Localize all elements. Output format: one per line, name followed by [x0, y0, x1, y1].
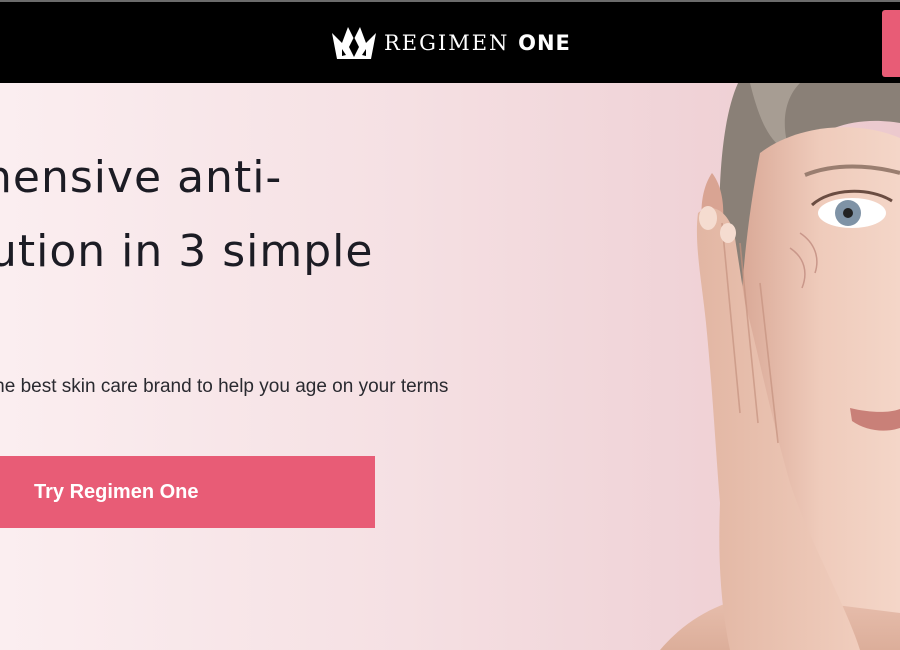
hero-subcopy: s simply the best skin care brand to hel…	[0, 376, 449, 397]
brand-name-strong: ONE	[518, 31, 571, 55]
headline-line-2: g solution in 3 simple	[0, 226, 374, 277]
headline-line-1: nprehensive anti-	[0, 152, 283, 203]
brand-wordmark: REGIMEN ONE	[384, 31, 571, 55]
brand-name: REGIMEN	[384, 31, 510, 55]
crown-icon	[332, 27, 376, 59]
header-cta-button[interactable]	[882, 10, 900, 77]
brand-logo[interactable]: REGIMEN ONE	[330, 22, 571, 64]
site-header: REGIMEN ONE	[0, 0, 900, 83]
try-regimen-one-button[interactable]: Try Regimen One	[0, 456, 375, 528]
hero-headline: nprehensive anti- g solution in 3 simple	[0, 141, 520, 289]
hero-section: nprehensive anti- g solution in 3 simple…	[0, 83, 900, 650]
